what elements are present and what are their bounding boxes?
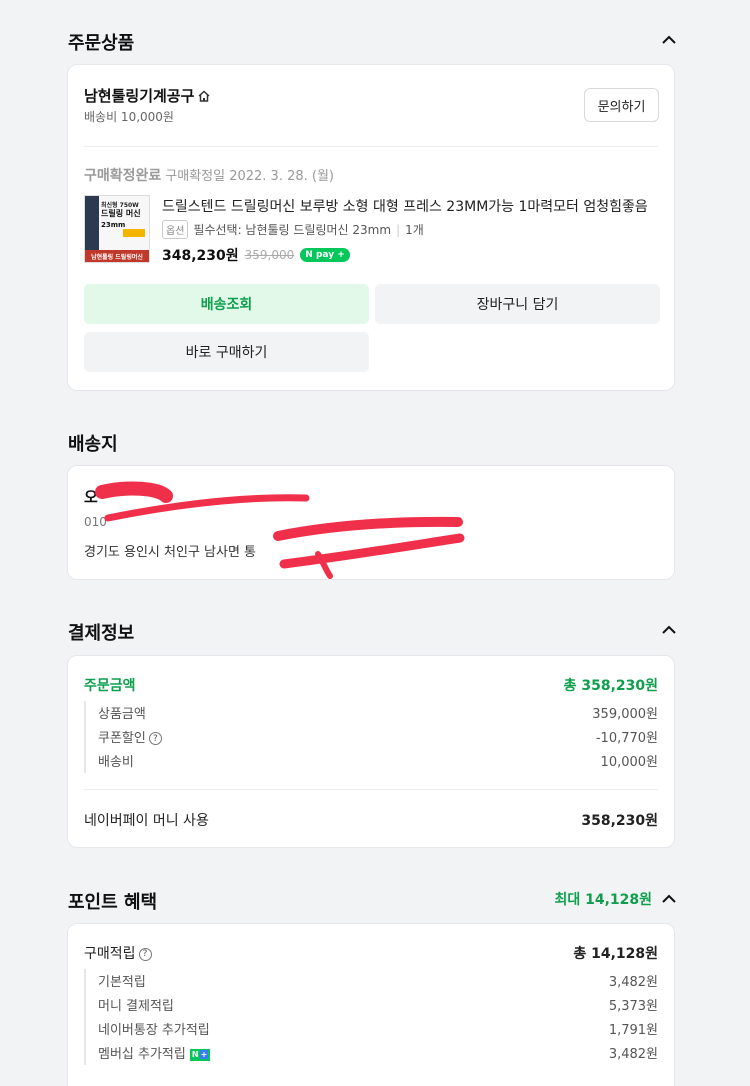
product-thumbnail[interactable]: 최신형 750W 드릴링 머신 23mm 남현툴링 드릴링머신 [84, 195, 150, 263]
list-item: 상품금액 359,000원 [98, 707, 658, 722]
shipping-fee: 배송비 10,000원 [84, 110, 174, 124]
add-to-cart-button[interactable]: 장바구니 담기 [375, 284, 660, 324]
product-option: 옵션 필수선택: 남현툴링 드릴링머신 23mm | 1개 [162, 220, 424, 239]
payment-section-title: 결제정보 [68, 623, 135, 644]
points-section-title: 포인트 혜택 [68, 892, 158, 913]
nplus-icon: N + [189, 1048, 211, 1061]
buy-again-button[interactable]: 바로 구매하기 [84, 332, 369, 372]
price-row: 348,230원 359,000 N pay + [162, 245, 350, 265]
shipping-card: 오 010 경기도 용인시 처인구 남사면 통 [67, 465, 675, 580]
payment-breakdown: 상품금액 359,000원 쿠폰할인? -10,770원 배송비 10,000원 [84, 701, 658, 773]
payment-method-row: 네이버페이 머니 사용 358,230원 [84, 813, 658, 829]
accrual-row: 구매적립? 총 14,128원 [84, 946, 658, 962]
list-item: 멤버십 추가적립 N + 3,482원 [98, 1047, 658, 1062]
order-status: 구매확정완료 구매확정일 2022. 3. 28. (월) [84, 168, 335, 184]
max-points: 최대 14,128원 [554, 892, 652, 908]
divider [84, 146, 658, 147]
sale-price: 348,230원 [162, 248, 239, 264]
product-name[interactable]: 드릴스텐드 드릴링머신 보루방 소형 대형 프레스 23MM가능 1마력모터 엄… [162, 196, 662, 216]
divider [84, 789, 658, 790]
list-item: 네이버통장 추가적립 1,791원 [98, 1023, 658, 1038]
shipping-section-title: 배송지 [68, 434, 118, 455]
list-item: 기본적립 3,482원 [98, 975, 658, 990]
npay-icon: N pay + [300, 248, 350, 262]
chevron-up-icon[interactable] [662, 894, 676, 904]
track-delivery-button[interactable]: 배송조회 [84, 284, 369, 324]
list-item: 쿠폰할인? -10,770원 [98, 731, 658, 746]
redaction-scribble [95, 481, 465, 579]
home-icon [198, 89, 210, 102]
chevron-up-icon[interactable] [662, 35, 676, 45]
order-card: 남현툴링기계공구 배송비 10,000원 문의하기 구매확정완료 구매확정일 20… [67, 64, 675, 391]
list-item: 머니 결제적립 5,373원 [98, 999, 658, 1014]
order-amount-row: 주문금액 총 358,230원 [84, 678, 658, 694]
store-name[interactable]: 남현툴링기계공구 [84, 85, 211, 106]
points-card: 구매적립? 총 14,128원 기본적립 3,482원 머니 결제적립 5,373원… [67, 923, 675, 1086]
original-price: 359,000 [244, 248, 295, 262]
list-item: 배송비 10,000원 [98, 755, 658, 770]
question-icon[interactable]: ? [138, 947, 152, 961]
question-icon[interactable]: ? [148, 732, 162, 745]
inquiry-button[interactable]: 문의하기 [584, 88, 659, 122]
order-section-title: 주문상품 [68, 33, 135, 54]
chevron-up-icon[interactable] [662, 625, 676, 635]
payment-card: 주문금액 총 358,230원 상품금액 359,000원 쿠폰할인? -10,7… [67, 655, 675, 848]
points-breakdown: 기본적립 3,482원 머니 결제적립 5,373원 네이버통장 추가적립 1,791… [84, 969, 658, 1065]
